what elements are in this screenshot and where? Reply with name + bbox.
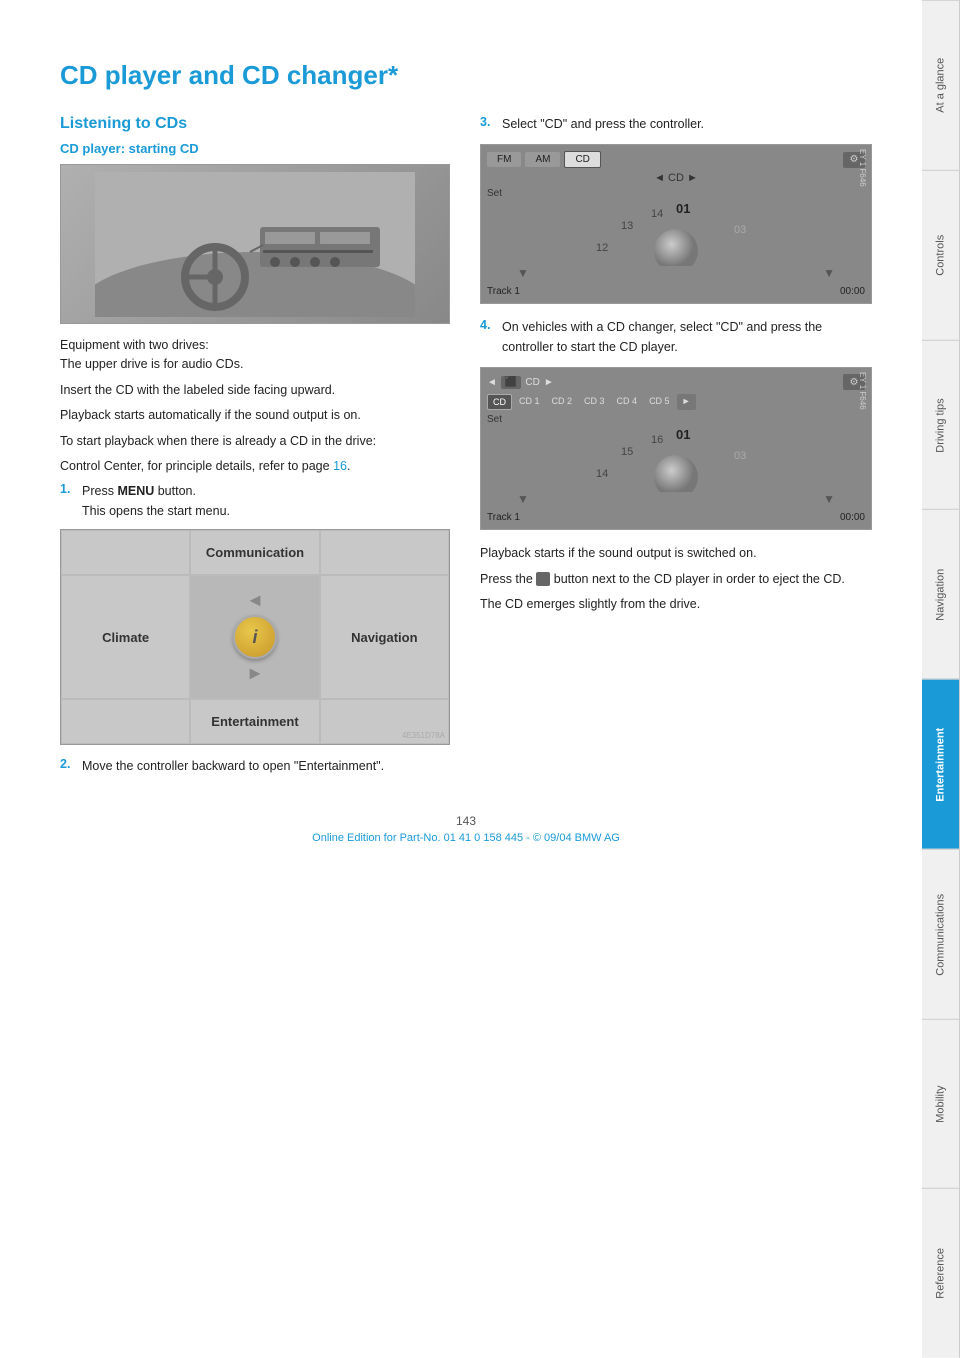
ui-track-label-1: Track 1 [487,286,520,297]
body-text-1: Equipment with two drives:The upper driv… [60,336,450,375]
svg-text:03: 03 [734,450,746,462]
ui-track-bar-2: Track 1 00:00 [487,512,865,523]
menu-cell-climate: Climate [61,575,190,699]
svg-text:01: 01 [676,201,690,216]
step-2-number: 2. [60,757,76,776]
car-image-box [60,164,450,324]
menu-cell-top-left [61,530,190,575]
ui-time-label-2: 00:00 [840,512,865,523]
ui-screen-1: FM AM CD ⚙ ◄ CD ► Set 12 [481,145,871,303]
body-text-4: To start playback when there is already … [60,432,450,451]
left-column: Listening to CDs CD player: starting CD [60,115,450,784]
step-2-text: Move the controller backward to open "En… [82,757,450,776]
page-footer: Online Edition for Part-No. 01 41 0 158 … [60,832,872,844]
right-column: 3. Select "CD" and press the controller.… [480,115,872,784]
ui-screen-1-box: FM AM CD ⚙ ◄ CD ► Set 12 [480,144,872,304]
step-4-number: 4. [480,318,496,357]
playback-text-1: Playback starts if the sound output is s… [480,544,872,563]
screen-vert-label-2: EY 1 F646 [858,372,867,410]
body-text-3: Playback starts automatically if the sou… [60,406,450,425]
sidebar-tab-mobility[interactable]: Mobility [922,1019,960,1189]
playback-text-2: Press the button next to the CD player i… [480,570,872,589]
ui-cd-btn-1: CD 1 [514,394,545,410]
ui-screen-2-box: ◄ ⬛ CD ► ⚙ CD CD 1 CD 2 CD 3 CD 4 [480,367,872,530]
svg-text:02: 02 [706,210,718,222]
screen-vert-label-1: EY 1 F646 [858,149,867,187]
svg-text:02: 02 [706,436,718,448]
ui-cd-btn-3: CD 3 [579,394,610,410]
playback-text-3: The CD emerges slightly from the drive. [480,595,872,614]
step-1-number: 1. [60,482,76,521]
ui-cd-btn-active: CD [487,394,512,410]
step-2: 2. Move the controller backward to open … [60,757,450,776]
page-number: 143 [60,814,872,828]
body-text-2: Insert the CD with the labeled side faci… [60,381,450,400]
sidebar-tab-reference[interactable]: Reference [922,1188,960,1358]
ui-screen-2: ◄ ⬛ CD ► ⚙ CD CD 1 CD 2 CD 3 CD 4 [481,368,871,529]
menu-cell-bot-left [61,699,190,744]
screen-id-1: 4E351D78A [402,731,445,740]
ui-cd-buttons: CD CD 1 CD 2 CD 3 CD 4 CD 5 ► [487,394,865,410]
ui-dial-area-1: 12 13 14 01 02 03 [487,201,865,266]
step-3-number: 3. [480,115,496,134]
sub-heading-cd-player: CD player: starting CD [60,141,450,156]
page-link[interactable]: 16 [333,459,347,473]
ui-arrows-2: ▼ ▼ [487,492,865,506]
svg-text:01: 01 [676,427,690,442]
sidebar-tab-driving-tips[interactable]: Driving tips [922,340,960,510]
ui-tab-cd: CD [564,151,600,168]
svg-text:13: 13 [621,220,633,232]
ui-cd-btn-4: CD 4 [612,394,643,410]
step-1-text: Press MENU button. This opens the start … [82,482,450,521]
menu-screen-image: Communication Climate ◄ i ► Navigation E… [60,529,450,745]
sidebar-tab-controls[interactable]: Controls [922,170,960,340]
ui-cd-btn-5: CD 5 [644,394,675,410]
ui-cd-btn-2: CD 2 [547,394,578,410]
menu-cell-center: ◄ i ► [190,575,319,699]
menu-cell-top-right [320,530,449,575]
ui-top-bar-2: ◄ ⬛ CD ► ⚙ [487,374,865,390]
car-image [61,164,449,324]
sidebar-tab-at-a-glance[interactable]: At a glance [922,0,960,170]
ui-cd-indicator: ◄ CD ► [487,172,865,184]
step-4-text: On vehicles with a CD changer, select "C… [502,318,872,357]
step-4: 4. On vehicles with a CD changer, select… [480,318,872,357]
menu-cell-navigation: Navigation [320,575,449,699]
svg-text:16: 16 [651,434,663,446]
menu-center-icon: i [233,615,277,659]
ui-tab-am: AM [525,152,560,167]
step-3-text: Select "CD" and press the controller. [502,115,872,134]
svg-text:14: 14 [596,468,608,480]
page-title: CD player and CD changer* [60,60,872,91]
menu-cell-communication: Communication [190,530,319,575]
two-column-layout: Listening to CDs CD player: starting CD [60,115,872,784]
main-content: CD player and CD changer* Listening to C… [0,0,922,904]
ui-tab-fm: FM [487,152,521,167]
svg-text:12: 12 [596,242,608,254]
ui-set-label-2: Set [487,414,865,425]
sidebar-tab-entertainment[interactable]: Entertainment [922,679,960,849]
ui-tab-bar-1: FM AM CD ⚙ [487,151,865,168]
sidebar: At a glance Controls Driving tips Naviga… [922,0,960,1358]
ui-time-label-1: 00:00 [840,286,865,297]
menu-grid: Communication Climate ◄ i ► Navigation E… [61,530,449,744]
eject-button-icon [536,572,550,586]
body-text-5: Control Center, for principle details, r… [60,457,450,476]
svg-text:03: 03 [734,224,746,236]
ui-cd-btn-next: ► [677,394,696,410]
step-1: 1. Press MENU button. This opens the sta… [60,482,450,521]
ui-set-label-1: Set [487,188,865,199]
ui-track-bar-1: Track 1 00:00 [487,286,865,297]
ui-track-label-2: Track 1 [487,512,520,523]
svg-text:15: 15 [621,446,633,458]
section-heading-listening: Listening to CDs [60,115,450,133]
sidebar-tab-navigation[interactable]: Navigation [922,509,960,679]
menu-cell-entertainment: Entertainment [190,699,319,744]
svg-text:14: 14 [651,208,663,220]
step-3: 3. Select "CD" and press the controller. [480,115,872,134]
sidebar-tab-communications[interactable]: Communications [922,849,960,1019]
ui-arrows-1: ▼ ▼ [487,266,865,280]
ui-dial-area-2: 14 15 16 01 02 03 [487,427,865,492]
